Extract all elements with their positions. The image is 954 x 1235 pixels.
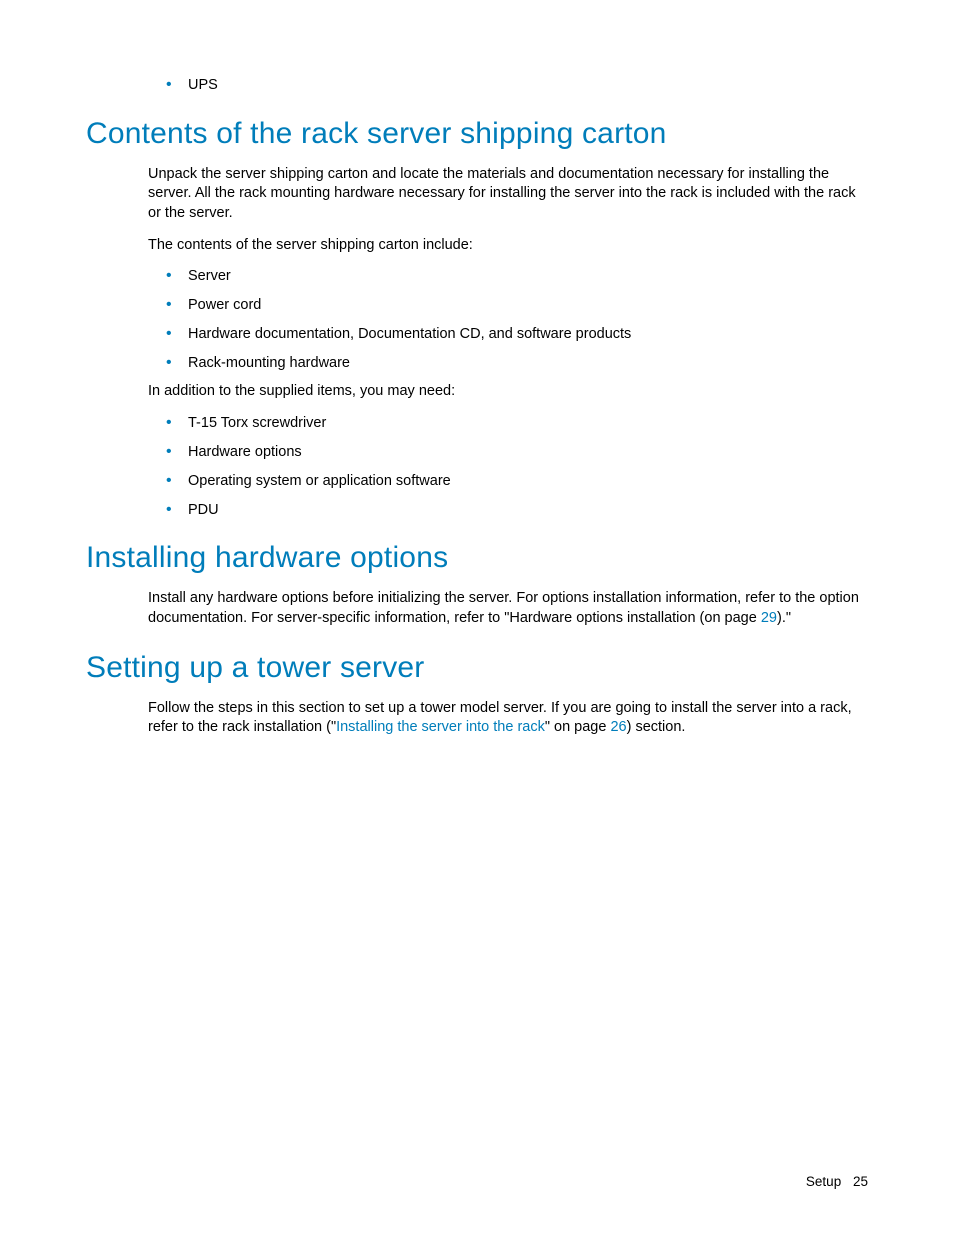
list-item: Server — [148, 267, 868, 286]
body-text: Install any hardware options before init… — [148, 589, 868, 628]
text-span: )." — [777, 610, 791, 626]
text-span: ) section. — [627, 719, 686, 735]
body-text: Unpack the server shipping carton and lo… — [148, 165, 868, 224]
page-link[interactable]: 29 — [761, 610, 777, 626]
body-text: Follow the steps in this section to set … — [148, 699, 868, 738]
document-page: UPS Contents of the rack server shipping… — [0, 0, 954, 738]
heading-setting-up: Setting up a tower server — [86, 651, 868, 685]
text-span: " on page — [545, 719, 611, 735]
contents-list: Server Power cord Hardware documentation… — [148, 267, 868, 372]
heading-installing: Installing hardware options — [86, 541, 868, 575]
list-item: Hardware documentation, Documentation CD… — [148, 325, 868, 344]
list-item: Operating system or application software — [148, 472, 868, 491]
heading-contents: Contents of the rack server shipping car… — [86, 117, 868, 151]
body-text: The contents of the server shipping cart… — [148, 236, 868, 256]
list-item: UPS — [148, 76, 868, 95]
list-item: Hardware options — [148, 443, 868, 462]
list-item: Power cord — [148, 296, 868, 315]
footer-section-label: Setup — [806, 1174, 841, 1189]
body-text: In addition to the supplied items, you m… — [148, 382, 868, 402]
additional-list: T-15 Torx screwdriver Hardware options O… — [148, 414, 868, 519]
text-span: Install any hardware options before init… — [148, 590, 859, 626]
page-link[interactable]: 26 — [610, 719, 626, 735]
list-item: PDU — [148, 501, 868, 520]
top-bullet-list: UPS — [148, 76, 868, 95]
list-item: T-15 Torx screwdriver — [148, 414, 868, 433]
page-number: 25 — [853, 1174, 868, 1189]
page-footer: Setup 25 — [806, 1174, 868, 1189]
cross-reference-link[interactable]: Installing the server into the rack — [336, 719, 545, 735]
list-item: Rack-mounting hardware — [148, 354, 868, 373]
